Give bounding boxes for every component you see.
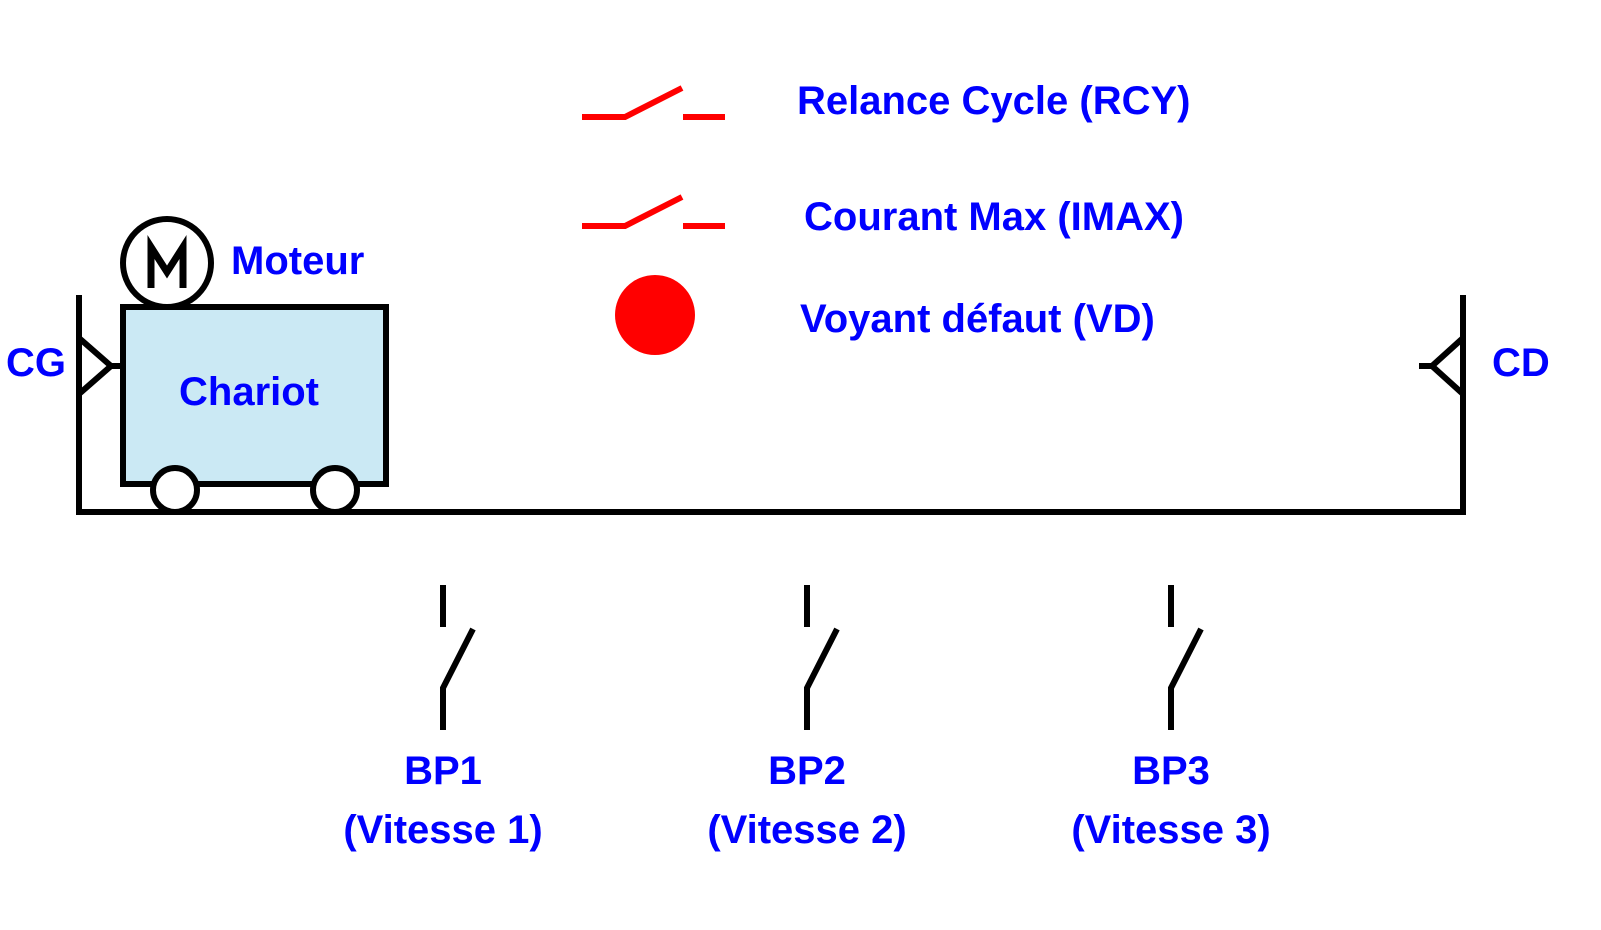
- right-limit-label: CD: [1492, 341, 1550, 385]
- wheel-icon: [310, 465, 360, 515]
- bp1-label: BP1: [404, 749, 482, 793]
- bp1-desc: (Vitesse 1): [343, 808, 542, 852]
- fault-lamp-icon: [615, 275, 695, 355]
- rcy-label: Relance Cycle (RCY): [797, 79, 1190, 123]
- motor-label: Moteur: [231, 239, 364, 283]
- bp3-label: BP3: [1132, 749, 1210, 793]
- vd-label: Voyant défaut (VD): [800, 297, 1155, 341]
- bp2-label: BP2: [768, 749, 846, 793]
- bp2-switch-icon: [804, 585, 840, 730]
- bp1-switch-icon: [440, 585, 476, 730]
- bp3-desc: (Vitesse 3): [1071, 808, 1270, 852]
- left-limit-switch-icon: [77, 335, 122, 397]
- cart-label: Chariot: [179, 370, 319, 414]
- diagram: Relance Cycle (RCY) Courant Max (IMAX) V…: [6, 79, 1550, 852]
- motor-icon: [120, 216, 214, 310]
- imax-switch-symbol: [582, 194, 725, 229]
- right-limit-switch-icon: [1419, 335, 1466, 397]
- bp2-desc: (Vitesse 2): [707, 808, 906, 852]
- wheel-icon: [150, 465, 200, 515]
- left-limit-label: CG: [6, 341, 66, 385]
- rcy-switch-symbol: [582, 85, 725, 120]
- imax-label: Courant Max (IMAX): [804, 195, 1184, 239]
- bp3-switch-icon: [1168, 585, 1204, 730]
